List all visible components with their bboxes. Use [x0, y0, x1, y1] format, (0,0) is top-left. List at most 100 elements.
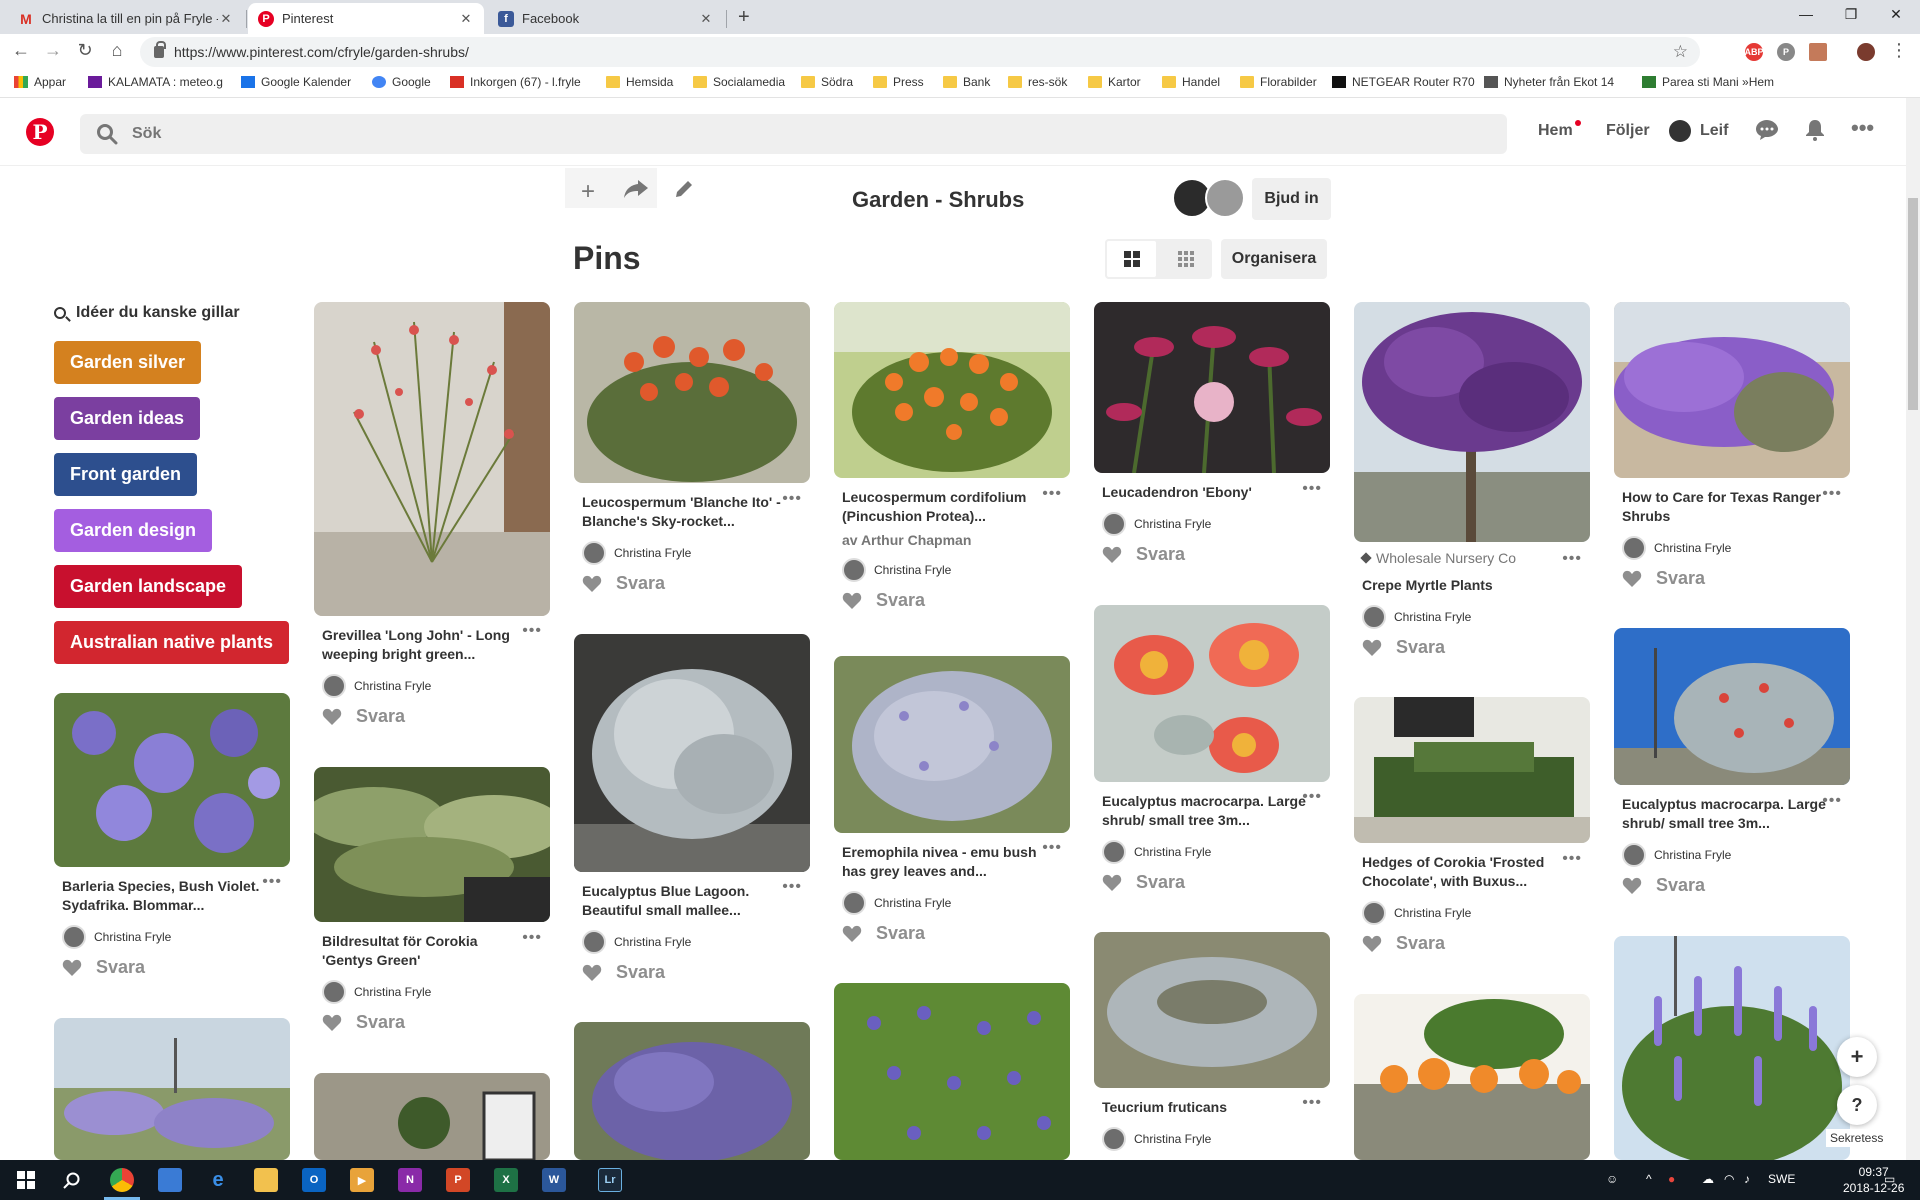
add-icon[interactable]: + [573, 178, 603, 206]
reload-icon[interactable]: ↻ [74, 40, 96, 61]
search-icon[interactable] [60, 1168, 84, 1192]
pin-card[interactable]: ••• Barleria Species, Bush Violet. Sydaf… [54, 693, 290, 978]
pin-image[interactable] [1614, 302, 1850, 478]
bookmark-item[interactable]: Nyheter från Ekot 14 [1484, 75, 1614, 89]
more-options-icon[interactable]: ••• [1042, 839, 1062, 857]
pin-owner[interactable]: Christina Fryle [1094, 512, 1330, 536]
pin-image[interactable] [54, 693, 290, 867]
store-icon[interactable] [158, 1168, 182, 1192]
more-options-icon[interactable]: ••• [1042, 485, 1062, 503]
pin-image[interactable] [1094, 302, 1330, 473]
people-icon[interactable]: ☺ [1606, 1172, 1618, 1186]
collaborator-avatar[interactable] [1205, 178, 1245, 218]
pin-title[interactable]: Bildresultat för Corokia 'Gentys Green' [314, 932, 534, 970]
more-options-icon[interactable]: ••• [782, 490, 802, 508]
more-options-icon[interactable]: ••• [1302, 480, 1322, 498]
pin-title[interactable]: Crepe Myrtle Plants [1354, 576, 1574, 595]
reply-button[interactable]: Svara [1354, 933, 1590, 954]
reply-button[interactable]: Svara [834, 590, 1070, 611]
reply-button[interactable]: Svara [1094, 872, 1330, 893]
pin-image[interactable] [574, 302, 810, 483]
onenote-icon[interactable]: N [398, 1168, 422, 1192]
edit-pencil-icon[interactable] [669, 178, 699, 207]
windows-start-icon[interactable] [14, 1168, 38, 1192]
pin-title[interactable]: Eremophila nivea - emu bush has grey lea… [834, 843, 1054, 881]
reply-button[interactable]: Svara [1614, 875, 1850, 896]
home-icon[interactable]: ⌂ [106, 40, 128, 61]
more-options-icon[interactable]: ••• [262, 873, 282, 891]
bookmark-item[interactable]: Hemsida [606, 75, 673, 89]
new-tab-icon[interactable]: + [738, 6, 750, 29]
grid-large-view-button[interactable] [1105, 239, 1158, 279]
pin-title[interactable]: Eucalyptus macrocarpa. Large shrub/ smal… [1094, 792, 1314, 830]
messages-icon[interactable] [1755, 119, 1779, 147]
pin-owner[interactable]: Christina Fryle [834, 891, 1070, 915]
pin-title[interactable]: Grevillea 'Long John' - Long weeping bri… [314, 626, 534, 664]
tray-app-icon[interactable]: ● [1668, 1172, 1675, 1186]
pin-image[interactable] [574, 634, 810, 872]
bookmark-item[interactable]: KALAMATA : meteo.g [88, 75, 223, 89]
pin-title[interactable]: Hedges of Corokia 'Frosted Chocolate', w… [1354, 853, 1574, 891]
more-options-icon[interactable]: ••• [1562, 850, 1582, 868]
pin-image[interactable] [1354, 697, 1590, 843]
lightroom-icon[interactable]: Lr [598, 1168, 622, 1192]
pin-title[interactable]: Eucalyptus Blue Lagoon. Beautiful small … [574, 882, 794, 920]
pin-owner[interactable]: Christina Fryle [574, 541, 810, 565]
idea-chip-garden-silver[interactable]: Garden silver [54, 341, 202, 384]
pin-image[interactable] [1614, 628, 1850, 785]
pin-card[interactable] [314, 1073, 550, 1160]
address-bar[interactable]: https://www.pinterest.com/cfryle/garden-… [140, 37, 1700, 67]
share-icon[interactable] [621, 178, 651, 207]
pinterest-extension-icon[interactable]: P [1777, 43, 1795, 61]
pin-image[interactable] [834, 656, 1070, 833]
pin-title[interactable]: Eucalyptus macrocarpa. Large shrub/ smal… [1614, 795, 1834, 833]
search-input[interactable] [132, 125, 1432, 143]
bookmark-item[interactable]: Google Kalender [241, 75, 351, 89]
pin-card[interactable]: ••• Eremophila nivea - emu bush has grey… [834, 656, 1070, 944]
bookmark-item[interactable]: Google [372, 75, 431, 89]
pin-card[interactable]: ••• Leucadendron 'Ebony' Christina Fryle… [1094, 302, 1330, 565]
back-icon[interactable]: ← [10, 40, 32, 61]
idea-chip-front-garden[interactable]: Front garden [54, 453, 197, 496]
volume-icon[interactable]: ♪ [1744, 1172, 1750, 1186]
maximize-icon[interactable]: ❐ [1841, 6, 1861, 23]
pin-owner[interactable]: Christina Fryle [1354, 605, 1590, 629]
more-options-icon[interactable]: ••• [522, 622, 542, 640]
powerpoint-icon[interactable]: P [446, 1168, 470, 1192]
pin-card[interactable] [574, 1022, 810, 1160]
pin-image[interactable] [54, 1018, 290, 1160]
pin-card[interactable]: ••• Leucospermum 'Blanche Ito' - Blanche… [574, 302, 810, 594]
help-button[interactable]: ? [1837, 1085, 1877, 1125]
grid-compact-view-button[interactable] [1159, 239, 1212, 279]
reply-button[interactable]: Svara [1094, 544, 1330, 565]
pin-card[interactable] [1354, 994, 1590, 1160]
pin-source[interactable]: Wholesale Nursery Co [1354, 550, 1590, 566]
extension-icon[interactable] [1809, 43, 1827, 61]
pin-title[interactable]: Leucospermum cordifolium (Pincushion Pro… [834, 488, 1054, 526]
pin-owner[interactable]: Christina Fryle [1354, 901, 1590, 925]
scrollbar-thumb[interactable] [1908, 198, 1918, 410]
pin-card[interactable] [1614, 936, 1850, 1160]
pin-image[interactable] [1094, 605, 1330, 782]
more-options-icon[interactable]: ••• [522, 929, 542, 947]
outlook-icon[interactable]: O [302, 1168, 326, 1192]
pin-card[interactable]: Wholesale Nursery Co ••• Crepe Myrtle Pl… [1354, 302, 1590, 658]
pin-card[interactable]: ••• Grevillea 'Long John' - Long weeping… [314, 302, 550, 727]
tab-facebook[interactable]: f Facebook ✕ [488, 3, 724, 34]
language-indicator[interactable]: SWE [1768, 1172, 1795, 1186]
avatar[interactable] [1669, 120, 1691, 142]
chrome-icon[interactable] [110, 1168, 134, 1192]
bookmark-apps[interactable]: Appar [14, 75, 66, 89]
onedrive-icon[interactable]: ☁ [1702, 1172, 1714, 1186]
pin-card[interactable]: ••• Teucrium fruticans Christina Fryle [1094, 932, 1330, 1151]
idea-chip-garden-landscape[interactable]: Garden landscape [54, 565, 243, 608]
nav-profile[interactable]: Leif [1700, 122, 1728, 140]
pin-image[interactable] [1614, 936, 1850, 1160]
pin-owner[interactable]: Christina Fryle [54, 925, 290, 949]
pin-card[interactable] [834, 983, 1070, 1160]
pin-card[interactable]: ••• How to Care for Texas Ranger Shrubs … [1614, 302, 1850, 589]
excel-icon[interactable]: X [494, 1168, 518, 1192]
pin-title[interactable]: Leucospermum 'Blanche Ito' - Blanche's S… [574, 493, 794, 531]
pin-card[interactable]: ••• Hedges of Corokia 'Frosted Chocolate… [1354, 697, 1590, 954]
more-options-icon[interactable]: ••• [1822, 792, 1842, 810]
